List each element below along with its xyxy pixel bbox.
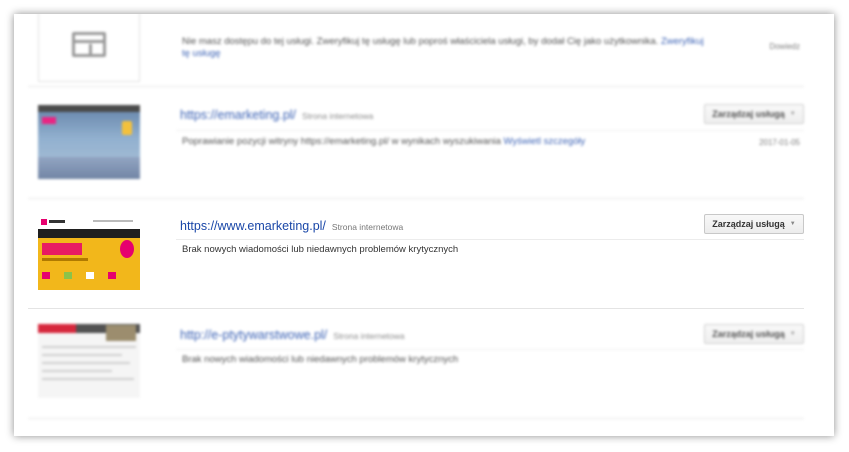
no-access-message: Nie masz dostępu do tej usługi. Zweryfik… bbox=[182, 36, 704, 59]
site-url-link[interactable]: https://emarketing.pl/Strona internetowa bbox=[180, 108, 373, 122]
site-thumbnail[interactable] bbox=[38, 216, 140, 290]
property-row-no-access: Nie masz dostępu do tej usługi. Zweryfik… bbox=[28, 14, 804, 87]
site-url-link[interactable]: http://e-ptytywarstwowe.pl/Strona intern… bbox=[180, 328, 405, 342]
message-date: 2017-01-05 bbox=[759, 138, 800, 147]
manage-property-button[interactable]: Zarządzaj usługą ▼ bbox=[704, 324, 804, 344]
property-list-card: Nie masz dostępu do tej usługi. Zweryfik… bbox=[14, 14, 834, 436]
details-link[interactable]: Wyświetl szczegóły bbox=[504, 136, 586, 147]
property-row-focused: https://www.emarketing.pl/Strona interne… bbox=[28, 198, 804, 309]
site-thumbnail[interactable] bbox=[38, 324, 140, 398]
chevron-down-icon: ▼ bbox=[789, 111, 796, 117]
chevron-down-icon: ▼ bbox=[789, 221, 796, 227]
message-text: Brak nowych wiadomości lub niedawnych pr… bbox=[182, 354, 459, 365]
browser-window-icon bbox=[72, 32, 106, 57]
manage-property-button[interactable]: Zarządzaj usługą ▼ bbox=[704, 104, 804, 124]
site-type-label: Strona internetowa bbox=[331, 222, 404, 232]
row-status: Dowiedz bbox=[769, 42, 800, 51]
message-text: Brak nowych wiadomości lub niedawnych pr… bbox=[182, 244, 459, 255]
property-row: http://e-ptytywarstwowe.pl/Strona intern… bbox=[28, 308, 804, 419]
site-type-label: Strona internetowa bbox=[333, 331, 405, 341]
message-text: Poprawianie pozycji witryny https://emar… bbox=[182, 136, 586, 147]
manage-property-button[interactable]: Zarządzaj usługą ▼ bbox=[704, 214, 804, 234]
site-url-link[interactable]: https://www.emarketing.pl/Strona interne… bbox=[180, 219, 403, 233]
placeholder-thumbnail bbox=[38, 14, 140, 82]
site-thumbnail[interactable] bbox=[38, 105, 140, 179]
property-row: https://emarketing.pl/Strona internetowa… bbox=[28, 86, 804, 199]
site-type-label: Strona internetowa bbox=[302, 111, 374, 121]
chevron-down-icon: ▼ bbox=[789, 331, 796, 337]
